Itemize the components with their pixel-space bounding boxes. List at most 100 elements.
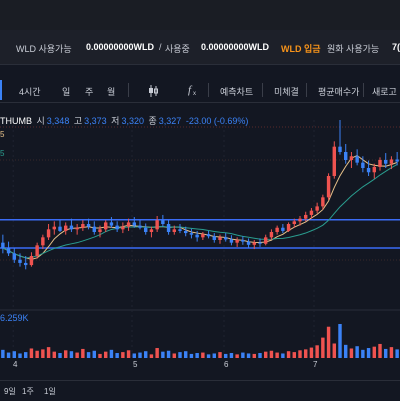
candle-body	[269, 232, 274, 238]
toolbar-divider	[128, 83, 129, 97]
candle-body	[18, 259, 22, 263]
volume-bar	[206, 354, 211, 358]
in-use-value: 0.00000000WLD	[201, 42, 270, 52]
ma-label-long: 5	[0, 149, 5, 158]
volume-bar	[389, 347, 394, 358]
x-axis-label: 7	[313, 360, 318, 369]
volume-bar	[264, 351, 268, 358]
balance-separator: /	[159, 42, 162, 52]
close-label: 종	[148, 116, 157, 126]
volume-bar	[18, 353, 22, 358]
volume-bar	[355, 346, 359, 358]
volume-bar	[338, 324, 342, 358]
candle-body	[206, 234, 211, 237]
high-value: 3,373	[84, 116, 107, 126]
volume-bar	[155, 348, 159, 358]
candle-body	[104, 222, 108, 230]
volume-bar	[126, 350, 131, 358]
volume-bar	[184, 351, 188, 358]
interval-month-button[interactable]: 월	[107, 85, 115, 98]
avg-price-button[interactable]: 평균매수가	[318, 85, 359, 98]
volume-bar	[115, 353, 119, 358]
candle-body	[58, 226, 62, 231]
candle-body	[355, 156, 359, 163]
candle-body	[92, 226, 96, 232]
volume-bar	[35, 350, 39, 358]
x-axis-label: 4	[13, 360, 18, 369]
volume-bar	[286, 351, 291, 358]
candle-body	[195, 234, 199, 238]
candle-body	[349, 156, 354, 160]
candle-body	[115, 225, 119, 230]
volume-bar	[252, 353, 256, 358]
volume-bar	[92, 350, 96, 358]
interval-week-button[interactable]: 주	[85, 85, 93, 98]
volume-bar	[161, 351, 165, 358]
candle-body	[264, 237, 268, 244]
active-tab-indicator	[0, 80, 2, 100]
candle-body	[12, 253, 16, 260]
candle-body	[246, 241, 251, 245]
volume-bar	[172, 353, 176, 358]
interval-4h-button[interactable]: 4시간	[19, 85, 41, 98]
deposit-link[interactable]: WLD 입금	[281, 42, 321, 55]
candle-body	[372, 166, 376, 173]
candle-body	[235, 240, 239, 243]
refresh-button[interactable]: 새로고	[372, 85, 397, 98]
volume-bar	[212, 353, 216, 358]
prediction-chart-button[interactable]: 예측차트	[220, 85, 253, 98]
volume-bar	[395, 349, 399, 358]
volume-bar	[69, 351, 74, 358]
candle-body	[292, 221, 296, 224]
volume-bar	[41, 349, 45, 358]
candle-body	[184, 230, 188, 234]
candle-body	[1, 242, 5, 248]
candle-body	[298, 218, 302, 222]
candle-body	[86, 224, 91, 227]
range-1d-button[interactable]: 1일	[44, 386, 56, 397]
volume-bar	[241, 352, 245, 358]
candle-body	[252, 242, 256, 245]
price-chart[interactable]	[0, 120, 400, 365]
volume-bar	[189, 353, 194, 358]
candle-body	[69, 225, 74, 230]
fx-icon[interactable]: fx	[187, 82, 199, 98]
candle-body	[29, 256, 34, 266]
candle-body	[81, 224, 85, 228]
top-header-bar	[0, 0, 400, 30]
volume-bar	[332, 343, 336, 358]
range-1w-button[interactable]: 1주	[22, 386, 34, 397]
interval-day-button[interactable]: 일	[62, 85, 70, 98]
volume-bar	[178, 352, 182, 358]
volume-bar	[304, 349, 308, 358]
candle-body	[149, 229, 154, 232]
candle-body	[286, 224, 291, 231]
candle-body	[46, 229, 51, 238]
volume-bar	[138, 352, 142, 358]
krw-available-value: 7(	[392, 42, 400, 52]
volume-bar	[258, 353, 262, 358]
volume-bar	[344, 344, 348, 358]
x-axis-label: 5	[133, 360, 138, 369]
volume-bar	[98, 353, 102, 358]
volume-bar	[309, 347, 314, 358]
candle-body	[384, 160, 388, 164]
candle-body	[75, 227, 79, 230]
volume-bar	[195, 353, 199, 358]
candle-body	[321, 197, 325, 207]
range-9d-button[interactable]: 9일	[4, 386, 16, 397]
candle-body	[35, 245, 39, 256]
candle-body	[304, 214, 308, 219]
coin-available-value: 0.00000000WLD	[86, 42, 155, 52]
close-value: 3,327	[158, 116, 182, 126]
volume-bar	[235, 354, 239, 358]
candle-body	[161, 220, 165, 224]
candle-body	[218, 237, 222, 240]
unfilled-orders-button[interactable]: 미체결	[274, 85, 299, 98]
high-label: 고	[73, 116, 83, 126]
candle-body	[201, 234, 205, 238]
volume-bar	[1, 349, 5, 358]
ohlc-info: THUMB 시 3,348 고 3,373 저 3,320 종 3,327 -23.00…	[0, 114, 250, 127]
candlestick-icon[interactable]	[148, 85, 158, 99]
volume-bar	[6, 352, 11, 358]
